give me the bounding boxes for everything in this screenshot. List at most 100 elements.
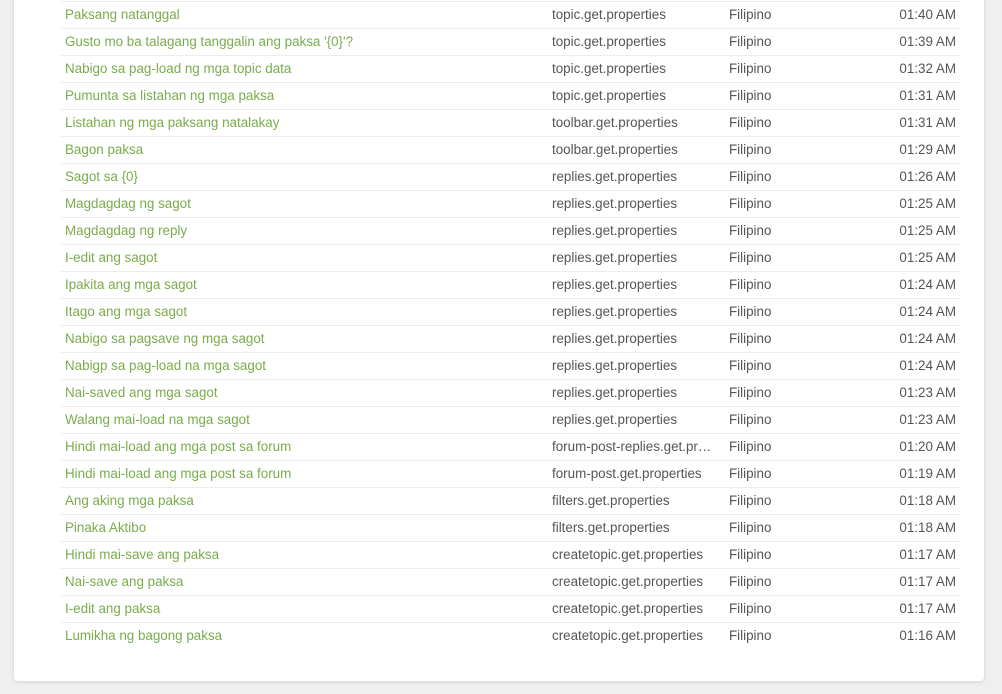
language-cell: Filipino — [729, 88, 772, 103]
resource-key: forum-post.get.properties — [552, 466, 702, 481]
table-row: Pinaka Aktibo filters.get.properties Filip… — [61, 515, 961, 542]
table-row: Pumunta sa listahan ng mga paksa topic.ge… — [61, 83, 961, 110]
table-row: Hindi mai-load ang mga post sa forum foru… — [61, 461, 961, 488]
table-row: Nabigp sa pag-load na mga sagot replies.g… — [61, 353, 961, 380]
resource-key: replies.get.properties — [552, 358, 678, 373]
language-cell: Filipino — [729, 331, 772, 346]
language-cell: Filipino — [729, 358, 772, 373]
table-row: Walang mai-load na mga sagot replies.get.… — [61, 407, 961, 434]
time-cell: 01:19 AM — [899, 466, 956, 481]
table-row: Itago ang mga sagot replies.get.propertie… — [61, 299, 961, 326]
translation-link[interactable]: Walang mai-load na mga sagot — [65, 407, 535, 433]
table-row: Ipakita ang mga sagot replies.get.propert… — [61, 272, 961, 299]
resource-key: replies.get.properties — [552, 250, 678, 265]
time-cell: 01:25 AM — [899, 250, 956, 265]
translation-link[interactable]: I-edit ang sagot — [65, 245, 535, 271]
resource-key: replies.get.properties — [552, 304, 678, 319]
translation-link[interactable]: Pinaka Aktibo — [65, 515, 535, 541]
language-cell: Filipino — [729, 439, 772, 454]
table-row: Magdagdag ng sagot replies.get.properties… — [61, 191, 961, 218]
resource-key: createtopic.get.properties — [552, 574, 704, 589]
resource-key: topic.get.properties — [552, 7, 666, 22]
translation-link[interactable]: Nai-saved ang mga sagot — [65, 380, 535, 406]
resource-key: filters.get.properties — [552, 493, 670, 508]
time-cell: 01:24 AM — [899, 277, 956, 292]
time-cell: 01:29 AM — [899, 142, 956, 157]
time-cell: 01:16 AM — [899, 628, 956, 643]
translation-link[interactable]: Hindi mai-load ang mga post sa forum — [65, 434, 535, 460]
table-row: Gusto mo ba talagang tanggalin ang paksa… — [61, 29, 961, 56]
language-cell: Filipino — [729, 493, 772, 508]
translation-link[interactable]: Sagot sa {0} — [65, 164, 535, 190]
time-cell: 01:26 AM — [899, 169, 956, 184]
table-row: Magdagdag ng reply replies.get.properties… — [61, 218, 961, 245]
translation-link[interactable]: Nabigp sa pag-load na mga sagot — [65, 353, 535, 379]
language-cell: Filipino — [729, 412, 772, 427]
resource-key: toolbar.get.properties — [552, 142, 678, 157]
resource-key: replies.get.properties — [552, 385, 678, 400]
language-cell: Filipino — [729, 277, 772, 292]
translation-link[interactable]: Hindi mai-load ang mga post sa forum — [65, 461, 535, 487]
time-cell: 01:23 AM — [899, 412, 956, 427]
language-cell: Filipino — [729, 574, 772, 589]
language-cell: Filipino — [729, 547, 772, 562]
language-cell: Filipino — [729, 7, 772, 22]
translation-link[interactable]: Nabigo sa pagsave ng mga sagot — [65, 326, 535, 352]
language-cell: Filipino — [729, 169, 772, 184]
time-cell: 01:20 AM — [899, 439, 956, 454]
translation-link[interactable]: Itago ang mga sagot — [65, 299, 535, 325]
resource-key: forum-post-replies.get.properties — [552, 439, 718, 454]
time-cell: 01:25 AM — [899, 223, 956, 238]
time-cell: 01:31 AM — [899, 115, 956, 130]
resource-key: topic.get.properties — [552, 88, 666, 103]
resource-key: createtopic.get.properties — [552, 628, 704, 643]
time-cell: 01:40 AM — [899, 7, 956, 22]
translation-link[interactable]: Hindi mai-save ang paksa — [65, 542, 535, 568]
language-cell: Filipino — [729, 385, 772, 400]
table-row: I-edit ang paksa createtopic.get.properti… — [61, 596, 961, 623]
resource-key: filters.get.properties — [552, 520, 670, 535]
table-row: I-edit ang sagot replies.get.properties Fi… — [61, 245, 961, 272]
translation-link[interactable]: Lumikha ng bagong paksa — [65, 623, 535, 649]
translation-link[interactable]: Nabigo sa pag-load ng mga topic data — [65, 56, 535, 82]
resource-key: replies.get.properties — [552, 223, 678, 238]
resource-key: replies.get.properties — [552, 412, 678, 427]
language-cell: Filipino — [729, 628, 772, 643]
table-row: Ang aking mga paksa filters.get.propertie… — [61, 488, 961, 515]
language-cell: Filipino — [729, 196, 772, 211]
translation-link[interactable]: I-edit ang paksa — [65, 596, 535, 622]
table-row: Hindi mai-save ang paksa createtopic.get.… — [61, 542, 961, 569]
language-cell: Filipino — [729, 61, 772, 76]
translation-link[interactable]: Paksang natanggal — [65, 2, 535, 28]
translation-link[interactable]: Gusto mo ba talagang tanggalin ang paksa… — [65, 29, 535, 55]
translation-link[interactable]: Magdagdag ng reply — [65, 218, 535, 244]
translation-link[interactable]: Bagon paksa — [65, 137, 535, 163]
table-row: Bagon paksa toolbar.get.properties Filipin… — [61, 137, 961, 164]
language-cell: Filipino — [729, 601, 772, 616]
translation-link[interactable]: Listahan ng mga paksang natalakay — [65, 110, 535, 136]
time-cell: 01:24 AM — [899, 331, 956, 346]
resource-key: replies.get.properties — [552, 331, 678, 346]
table-row: Nabigo sa pagsave ng mga sagot replies.ge… — [61, 326, 961, 353]
table-row: Lumikha ng bagong paksa createtopic.get.p… — [61, 623, 961, 649]
time-cell: 01:17 AM — [899, 574, 956, 589]
time-cell: 01:17 AM — [899, 547, 956, 562]
translation-link[interactable]: Ang aking mga paksa — [65, 488, 535, 514]
translation-link[interactable]: Ipakita ang mga sagot — [65, 272, 535, 298]
time-cell: 01:24 AM — [899, 358, 956, 373]
time-cell: 01:32 AM — [899, 61, 956, 76]
resource-key: topic.get.properties — [552, 61, 666, 76]
translation-link[interactable]: Nai-save ang paksa — [65, 569, 535, 595]
time-cell: 01:17 AM — [899, 601, 956, 616]
language-cell: Filipino — [729, 466, 772, 481]
resource-key: replies.get.properties — [552, 277, 678, 292]
translation-link[interactable]: Magdagdag ng sagot — [65, 191, 535, 217]
table-row: Nai-save ang paksa createtopic.get.proper… — [61, 569, 961, 596]
table-row: Sagot sa {0} replies.get.properties Filipi… — [61, 164, 961, 191]
translation-link[interactable]: Pumunta sa listahan ng mga paksa — [65, 83, 535, 109]
table-row: Nai-saved ang mga sagot replies.get.prope… — [61, 380, 961, 407]
resource-key: createtopic.get.properties — [552, 547, 704, 562]
resource-key: replies.get.properties — [552, 196, 678, 211]
table-row: Listahan ng mga paksang natalakay toolbar… — [61, 110, 961, 137]
language-cell: Filipino — [729, 115, 772, 130]
